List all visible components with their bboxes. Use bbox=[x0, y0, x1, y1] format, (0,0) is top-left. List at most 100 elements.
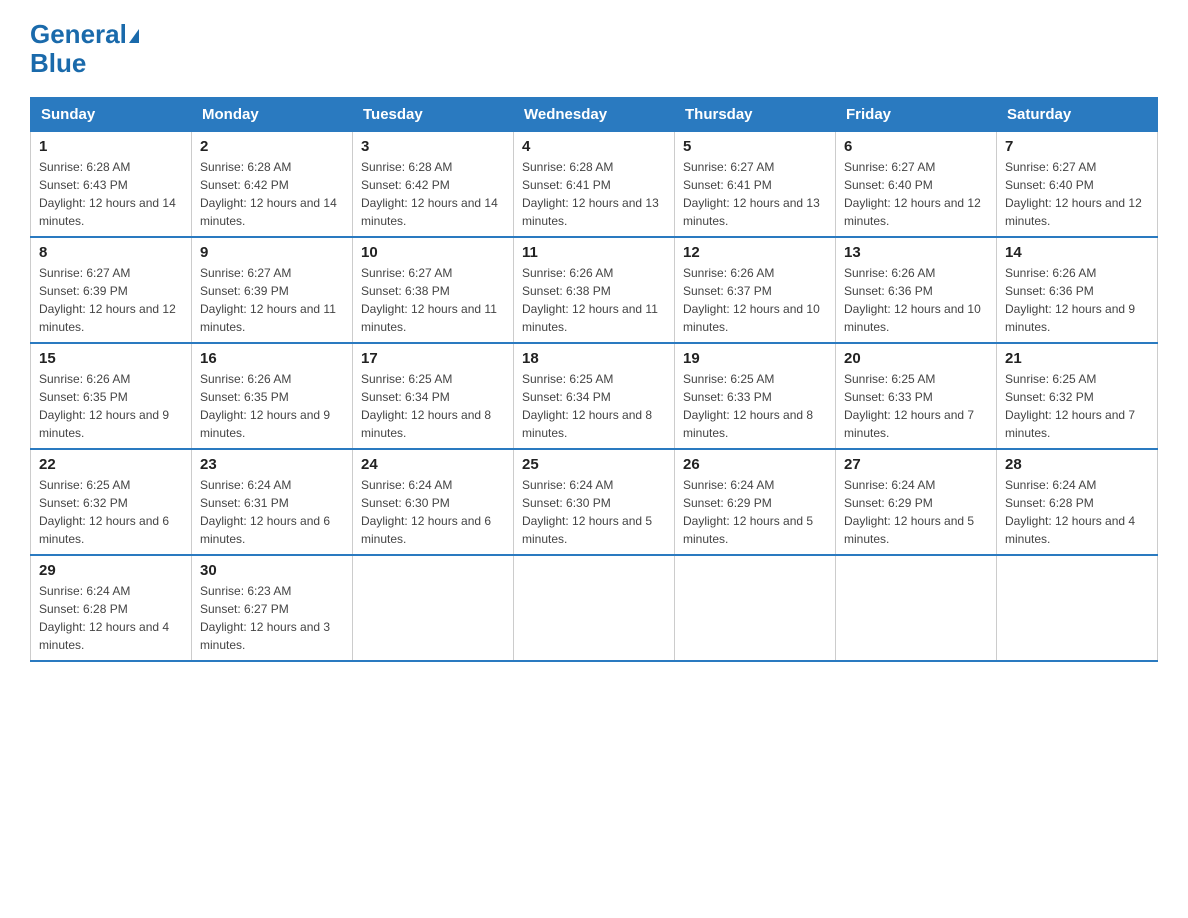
calendar-cell: 9 Sunrise: 6:27 AMSunset: 6:39 PMDayligh… bbox=[192, 237, 353, 343]
calendar-cell: 14 Sunrise: 6:26 AMSunset: 6:36 PMDaylig… bbox=[997, 237, 1158, 343]
calendar-cell: 19 Sunrise: 6:25 AMSunset: 6:33 PMDaylig… bbox=[675, 343, 836, 449]
day-info: Sunrise: 6:24 AMSunset: 6:28 PMDaylight:… bbox=[39, 584, 169, 652]
day-info: Sunrise: 6:27 AMSunset: 6:39 PMDaylight:… bbox=[200, 266, 336, 334]
calendar-cell: 22 Sunrise: 6:25 AMSunset: 6:32 PMDaylig… bbox=[31, 449, 192, 555]
day-number: 24 bbox=[361, 456, 505, 473]
day-number: 9 bbox=[200, 244, 344, 261]
logo-blue: Blue bbox=[30, 48, 86, 78]
day-info: Sunrise: 6:28 AMSunset: 6:43 PMDaylight:… bbox=[39, 160, 176, 228]
col-header-friday: Friday bbox=[836, 98, 997, 132]
week-row-2: 8 Sunrise: 6:27 AMSunset: 6:39 PMDayligh… bbox=[31, 237, 1158, 343]
day-number: 7 bbox=[1005, 138, 1149, 155]
calendar-table: SundayMondayTuesdayWednesdayThursdayFrid… bbox=[30, 97, 1158, 662]
page-header: General Blue bbox=[30, 20, 1158, 77]
col-header-sunday: Sunday bbox=[31, 98, 192, 132]
calendar-cell: 27 Sunrise: 6:24 AMSunset: 6:29 PMDaylig… bbox=[836, 449, 997, 555]
day-number: 12 bbox=[683, 244, 827, 261]
day-number: 5 bbox=[683, 138, 827, 155]
col-header-tuesday: Tuesday bbox=[353, 98, 514, 132]
calendar-cell: 26 Sunrise: 6:24 AMSunset: 6:29 PMDaylig… bbox=[675, 449, 836, 555]
calendar-cell bbox=[997, 555, 1158, 661]
calendar-cell: 15 Sunrise: 6:26 AMSunset: 6:35 PMDaylig… bbox=[31, 343, 192, 449]
day-number: 23 bbox=[200, 456, 344, 473]
calendar-cell: 2 Sunrise: 6:28 AMSunset: 6:42 PMDayligh… bbox=[192, 132, 353, 238]
logo-triangle-icon bbox=[129, 29, 139, 43]
day-number: 8 bbox=[39, 244, 183, 261]
calendar-cell: 8 Sunrise: 6:27 AMSunset: 6:39 PMDayligh… bbox=[31, 237, 192, 343]
day-number: 30 bbox=[200, 562, 344, 579]
day-info: Sunrise: 6:28 AMSunset: 6:41 PMDaylight:… bbox=[522, 160, 659, 228]
calendar-cell: 16 Sunrise: 6:26 AMSunset: 6:35 PMDaylig… bbox=[192, 343, 353, 449]
calendar-cell bbox=[836, 555, 997, 661]
week-row-3: 15 Sunrise: 6:26 AMSunset: 6:35 PMDaylig… bbox=[31, 343, 1158, 449]
calendar-cell: 30 Sunrise: 6:23 AMSunset: 6:27 PMDaylig… bbox=[192, 555, 353, 661]
day-number: 17 bbox=[361, 350, 505, 367]
day-info: Sunrise: 6:25 AMSunset: 6:34 PMDaylight:… bbox=[522, 372, 652, 440]
day-info: Sunrise: 6:25 AMSunset: 6:34 PMDaylight:… bbox=[361, 372, 491, 440]
calendar-cell: 7 Sunrise: 6:27 AMSunset: 6:40 PMDayligh… bbox=[997, 132, 1158, 238]
day-number: 20 bbox=[844, 350, 988, 367]
day-info: Sunrise: 6:24 AMSunset: 6:28 PMDaylight:… bbox=[1005, 478, 1135, 546]
calendar-cell: 24 Sunrise: 6:24 AMSunset: 6:30 PMDaylig… bbox=[353, 449, 514, 555]
logo-general: General bbox=[30, 19, 127, 49]
day-info: Sunrise: 6:26 AMSunset: 6:37 PMDaylight:… bbox=[683, 266, 820, 334]
day-info: Sunrise: 6:28 AMSunset: 6:42 PMDaylight:… bbox=[361, 160, 498, 228]
calendar-cell: 23 Sunrise: 6:24 AMSunset: 6:31 PMDaylig… bbox=[192, 449, 353, 555]
day-number: 27 bbox=[844, 456, 988, 473]
day-info: Sunrise: 6:27 AMSunset: 6:38 PMDaylight:… bbox=[361, 266, 497, 334]
day-number: 18 bbox=[522, 350, 666, 367]
calendar-cell: 18 Sunrise: 6:25 AMSunset: 6:34 PMDaylig… bbox=[514, 343, 675, 449]
week-row-4: 22 Sunrise: 6:25 AMSunset: 6:32 PMDaylig… bbox=[31, 449, 1158, 555]
calendar-cell: 29 Sunrise: 6:24 AMSunset: 6:28 PMDaylig… bbox=[31, 555, 192, 661]
calendar-cell bbox=[675, 555, 836, 661]
calendar-cell: 12 Sunrise: 6:26 AMSunset: 6:37 PMDaylig… bbox=[675, 237, 836, 343]
col-header-monday: Monday bbox=[192, 98, 353, 132]
day-number: 3 bbox=[361, 138, 505, 155]
day-info: Sunrise: 6:27 AMSunset: 6:40 PMDaylight:… bbox=[1005, 160, 1142, 228]
day-number: 10 bbox=[361, 244, 505, 261]
day-info: Sunrise: 6:25 AMSunset: 6:32 PMDaylight:… bbox=[39, 478, 169, 546]
day-info: Sunrise: 6:24 AMSunset: 6:30 PMDaylight:… bbox=[522, 478, 652, 546]
col-header-wednesday: Wednesday bbox=[514, 98, 675, 132]
calendar-cell: 4 Sunrise: 6:28 AMSunset: 6:41 PMDayligh… bbox=[514, 132, 675, 238]
week-row-5: 29 Sunrise: 6:24 AMSunset: 6:28 PMDaylig… bbox=[31, 555, 1158, 661]
day-info: Sunrise: 6:27 AMSunset: 6:41 PMDaylight:… bbox=[683, 160, 820, 228]
calendar-cell: 28 Sunrise: 6:24 AMSunset: 6:28 PMDaylig… bbox=[997, 449, 1158, 555]
calendar-cell: 13 Sunrise: 6:26 AMSunset: 6:36 PMDaylig… bbox=[836, 237, 997, 343]
day-info: Sunrise: 6:26 AMSunset: 6:36 PMDaylight:… bbox=[844, 266, 981, 334]
day-number: 15 bbox=[39, 350, 183, 367]
day-info: Sunrise: 6:27 AMSunset: 6:39 PMDaylight:… bbox=[39, 266, 176, 334]
day-info: Sunrise: 6:26 AMSunset: 6:35 PMDaylight:… bbox=[200, 372, 330, 440]
day-number: 16 bbox=[200, 350, 344, 367]
day-info: Sunrise: 6:27 AMSunset: 6:40 PMDaylight:… bbox=[844, 160, 981, 228]
day-number: 28 bbox=[1005, 456, 1149, 473]
col-header-saturday: Saturday bbox=[997, 98, 1158, 132]
week-row-1: 1 Sunrise: 6:28 AMSunset: 6:43 PMDayligh… bbox=[31, 132, 1158, 238]
day-info: Sunrise: 6:23 AMSunset: 6:27 PMDaylight:… bbox=[200, 584, 330, 652]
day-info: Sunrise: 6:26 AMSunset: 6:35 PMDaylight:… bbox=[39, 372, 169, 440]
day-number: 14 bbox=[1005, 244, 1149, 261]
day-info: Sunrise: 6:26 AMSunset: 6:38 PMDaylight:… bbox=[522, 266, 658, 334]
calendar-cell: 17 Sunrise: 6:25 AMSunset: 6:34 PMDaylig… bbox=[353, 343, 514, 449]
day-info: Sunrise: 6:25 AMSunset: 6:33 PMDaylight:… bbox=[683, 372, 813, 440]
day-info: Sunrise: 6:24 AMSunset: 6:31 PMDaylight:… bbox=[200, 478, 330, 546]
calendar-cell: 25 Sunrise: 6:24 AMSunset: 6:30 PMDaylig… bbox=[514, 449, 675, 555]
calendar-cell bbox=[514, 555, 675, 661]
day-info: Sunrise: 6:24 AMSunset: 6:30 PMDaylight:… bbox=[361, 478, 491, 546]
day-number: 21 bbox=[1005, 350, 1149, 367]
calendar-cell: 3 Sunrise: 6:28 AMSunset: 6:42 PMDayligh… bbox=[353, 132, 514, 238]
day-info: Sunrise: 6:26 AMSunset: 6:36 PMDaylight:… bbox=[1005, 266, 1135, 334]
logo: General Blue bbox=[30, 20, 139, 77]
col-header-thursday: Thursday bbox=[675, 98, 836, 132]
day-number: 22 bbox=[39, 456, 183, 473]
day-number: 26 bbox=[683, 456, 827, 473]
day-info: Sunrise: 6:24 AMSunset: 6:29 PMDaylight:… bbox=[683, 478, 813, 546]
day-info: Sunrise: 6:28 AMSunset: 6:42 PMDaylight:… bbox=[200, 160, 337, 228]
day-number: 1 bbox=[39, 138, 183, 155]
day-number: 6 bbox=[844, 138, 988, 155]
day-number: 11 bbox=[522, 244, 666, 261]
day-info: Sunrise: 6:25 AMSunset: 6:33 PMDaylight:… bbox=[844, 372, 974, 440]
day-number: 25 bbox=[522, 456, 666, 473]
day-number: 19 bbox=[683, 350, 827, 367]
calendar-cell: 5 Sunrise: 6:27 AMSunset: 6:41 PMDayligh… bbox=[675, 132, 836, 238]
